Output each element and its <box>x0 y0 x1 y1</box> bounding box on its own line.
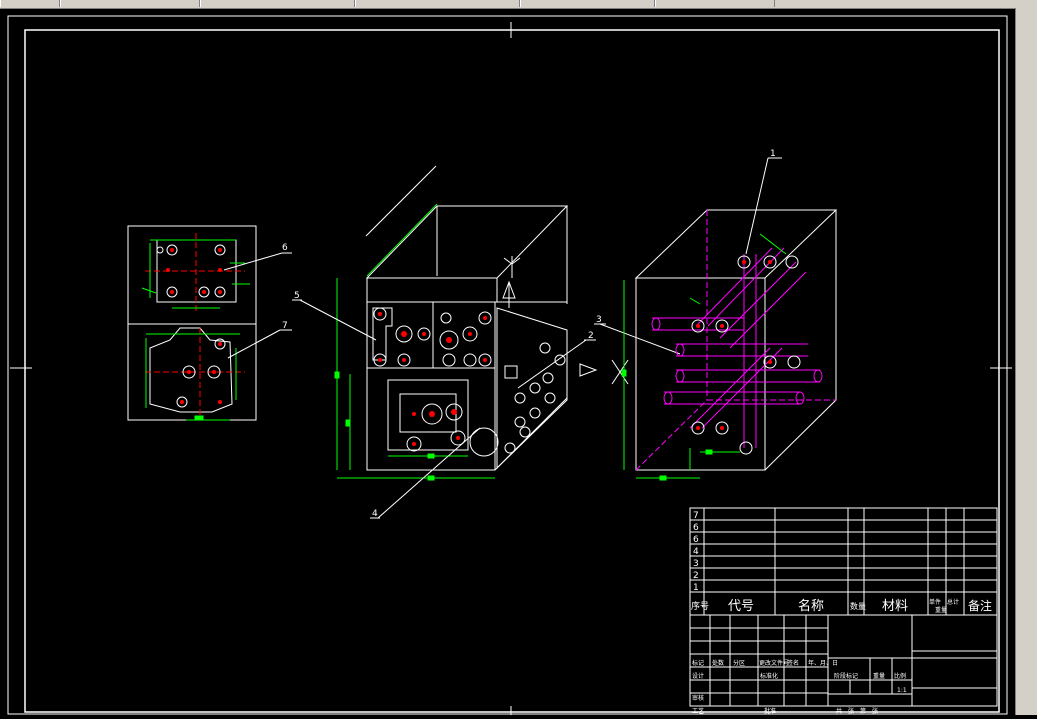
vertical-scrollbar[interactable] <box>1015 8 1037 715</box>
approval-stage-mark: 阶段标记 <box>834 672 858 680</box>
approval-sign: 签名 <box>787 659 799 667</box>
bom-row-numbers: 7 6 6 4 3 2 1 <box>693 511 699 593</box>
approval-standardize: 标准化 <box>760 672 778 680</box>
balloon-4: 4 <box>372 509 378 519</box>
approval-zone: 分区 <box>733 659 745 667</box>
bom-header-mass-total: 总计 <box>947 598 959 606</box>
approval-count: 处数 <box>712 659 724 667</box>
balloon-7: 7 <box>282 321 288 331</box>
balloon-2: 2 <box>588 331 594 341</box>
bom-header-remark: 备注 <box>968 598 992 613</box>
bom-row-number: 7 <box>693 511 699 521</box>
iso-block-assembly <box>365 165 598 471</box>
window-tab[interactable] <box>200 0 355 7</box>
leader-lines-left <box>223 252 292 359</box>
approval-design: 设计 <box>692 672 704 680</box>
centering-marks <box>10 22 1012 719</box>
approval-scale-value: 1:1 <box>897 687 907 694</box>
window-tab[interactable] <box>655 0 775 7</box>
bom-row-number: 3 <box>693 559 699 569</box>
balloon-5: 5 <box>294 291 300 301</box>
approval-weight: 重量 <box>873 672 885 680</box>
cad-drawing-canvas[interactable]: 1 2 3 4 5 6 7 7 6 6 4 3 2 1 序号 代号 名称 数量 … <box>0 8 1015 719</box>
bom-row-number: 6 <box>693 523 699 533</box>
approval-sheet: 共 张 第 张 <box>836 707 878 715</box>
approval-approve: 批准 <box>764 707 776 715</box>
approval-review: 审核 <box>692 694 704 702</box>
balloon-3: 3 <box>596 315 602 325</box>
bom-header-mass-label: 重量 <box>935 606 947 614</box>
bom-header-mass-single: 单件 <box>929 598 941 606</box>
approval-scale: 比例 <box>894 672 906 680</box>
bom-header: 序号 代号 名称 数量 材料 单件 总计 重量 备注 <box>691 598 992 614</box>
window-tab[interactable] <box>0 0 60 7</box>
bom-header-name: 名称 <box>798 598 824 614</box>
drawing-svg: 1 2 3 4 5 6 7 7 6 6 4 3 2 1 序号 代号 名称 数量 … <box>7 15 1012 719</box>
window-tab[interactable] <box>355 0 520 7</box>
plate-top-view <box>127 225 257 325</box>
bom-row-number: 1 <box>693 583 699 593</box>
bom-header-material: 材料 <box>882 599 908 614</box>
balloon-labels: 1 2 3 4 5 6 7 <box>282 149 776 519</box>
approval-mark: 标记 <box>692 659 704 667</box>
dimensions-middle <box>334 203 495 481</box>
balloon-6: 6 <box>282 243 288 253</box>
bom-header-qty: 数量 <box>850 601 866 611</box>
approval-process: 工艺 <box>692 707 704 715</box>
bom-row-number: 4 <box>693 547 699 557</box>
bom-header-seq: 序号 <box>691 600 709 612</box>
approval-date: 年、月、日 <box>808 659 838 667</box>
window-tab[interactable] <box>60 0 200 7</box>
iso-wireframe-block <box>594 157 838 471</box>
bom-row-number: 6 <box>693 535 699 545</box>
plate-front-view <box>127 323 257 421</box>
bom-row-number: 2 <box>693 571 699 581</box>
bom-header-code: 代号 <box>728 599 754 614</box>
approval-change-doc: 更改文件号 <box>759 659 789 667</box>
window-tab[interactable] <box>520 0 655 7</box>
balloon-1: 1 <box>770 149 776 159</box>
